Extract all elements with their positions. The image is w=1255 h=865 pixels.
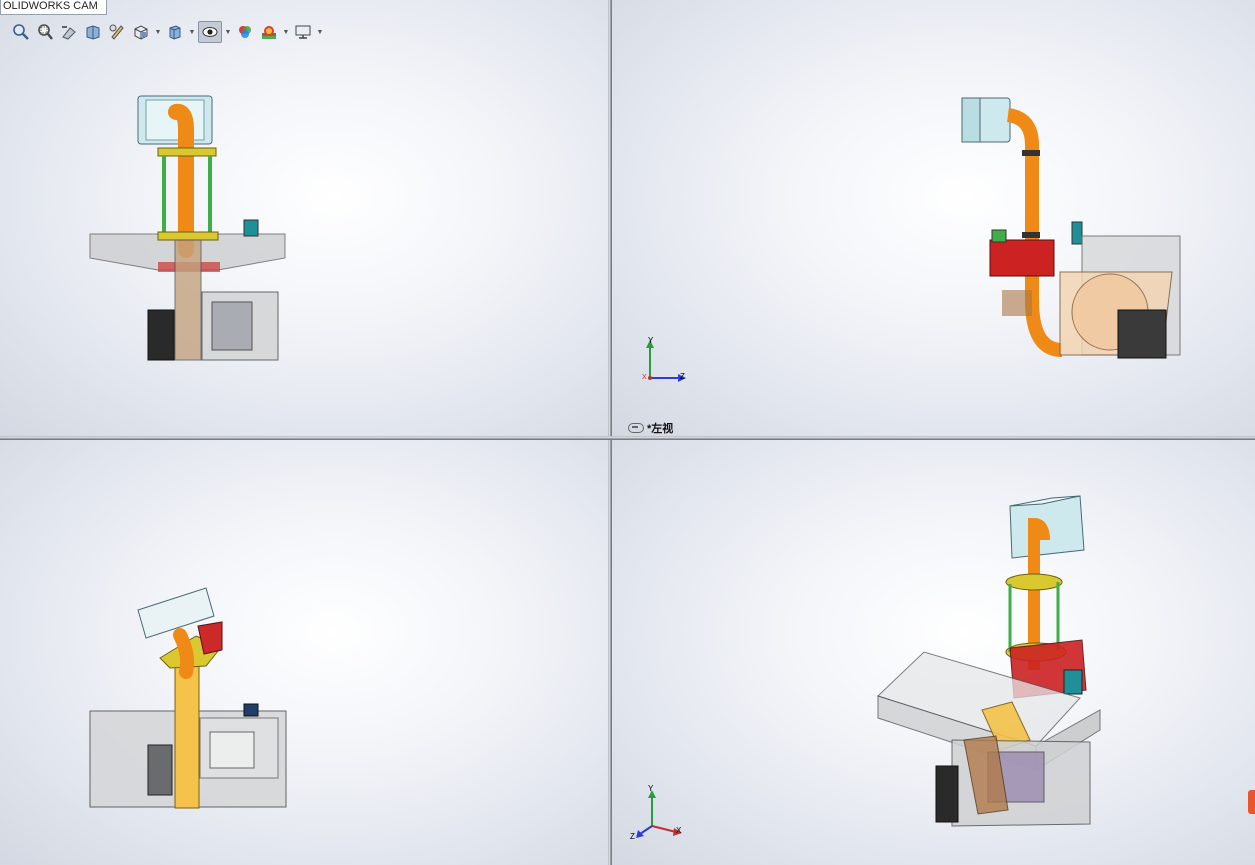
viewport-splitter-vertical[interactable] — [608, 0, 612, 865]
triad-x-label: X — [676, 826, 682, 835]
viewport-left[interactable]: Y Z X *左视 — [612, 0, 1255, 436]
model-front-view[interactable] — [0, 0, 608, 436]
model-top-view[interactable] — [0, 440, 608, 865]
triad-y-label: Y — [648, 336, 654, 345]
model-left-view[interactable] — [612, 0, 1255, 436]
viewport-front[interactable]: OLIDWORKS CAM ▼ ▼ ▼ ▼ ▼ — [0, 0, 608, 436]
viewport-splitter-horizontal[interactable] — [0, 436, 1255, 440]
model-isometric-view[interactable] — [612, 440, 1255, 865]
triad-y-label: Y — [648, 784, 654, 793]
coordinate-triad: Y Z X — [642, 336, 692, 393]
coordinate-triad-iso: Y X Z — [630, 784, 686, 847]
triad-z-label: Z — [630, 832, 635, 841]
viewport-isometric[interactable]: Y X Z — [612, 440, 1255, 865]
triad-z-label: Z — [680, 372, 685, 381]
viewport-top[interactable] — [0, 440, 608, 865]
link-views-icon[interactable] — [628, 423, 644, 433]
view-name-text: *左视 — [647, 423, 674, 435]
view-name-label: *左视 — [628, 420, 673, 436]
corner-app-logo — [1248, 790, 1255, 814]
triad-x-label: X — [642, 374, 647, 381]
